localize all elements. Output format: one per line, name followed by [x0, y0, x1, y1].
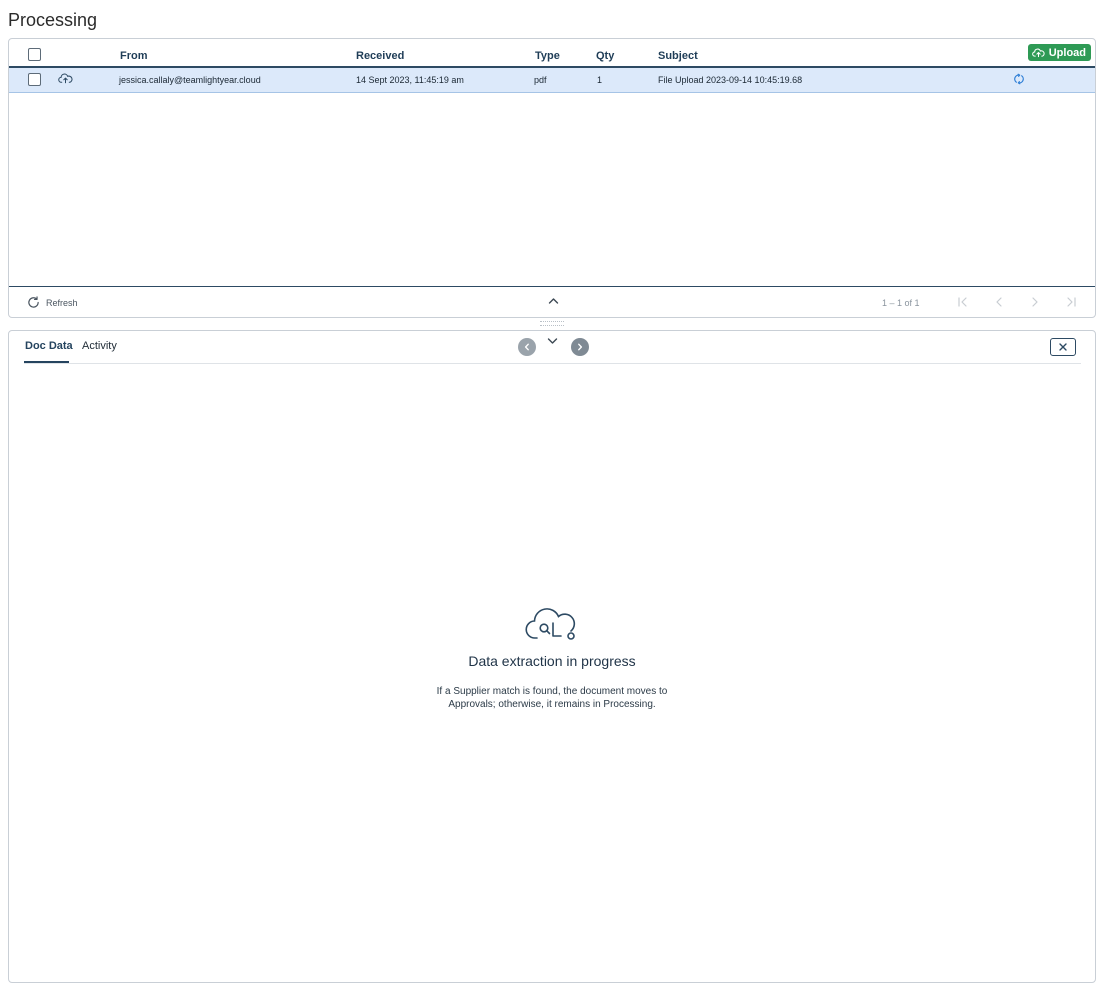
- column-header-qty[interactable]: Qty: [596, 50, 614, 62]
- cloud-upload-icon: [1031, 48, 1045, 58]
- column-header-type[interactable]: Type: [535, 50, 560, 62]
- cell-qty: 1: [597, 75, 603, 85]
- close-panel-button[interactable]: [1050, 338, 1076, 356]
- previous-document-button[interactable]: [518, 338, 536, 356]
- chevron-right-icon: [578, 343, 583, 351]
- document-detail-panel: Doc Data Activity Data extraction in pro…: [8, 330, 1096, 983]
- chevron-down-icon[interactable]: [547, 337, 558, 345]
- empty-state: Data extraction in progress If a Supplie…: [9, 603, 1095, 711]
- cell-subject: File Upload 2023-09-14 10:45:19.68: [658, 75, 803, 85]
- cell-from: jessica.callaly@teamlightyear.cloud: [119, 75, 261, 85]
- column-header-subject[interactable]: Subject: [658, 50, 698, 62]
- tab-activity[interactable]: Activity: [82, 340, 117, 352]
- grid-header: From Received Type Qty Subject Upload: [9, 39, 1095, 68]
- refresh-icon: [28, 296, 39, 308]
- panel-resize-handle[interactable]: [540, 321, 564, 326]
- cell-received: 14 Sept 2023, 11:45:19 am: [356, 75, 464, 85]
- next-document-button[interactable]: [571, 338, 589, 356]
- refresh-button[interactable]: Refresh: [27, 296, 78, 309]
- close-icon: [1059, 343, 1067, 351]
- pagination-range: 1 – 1 of 1: [882, 298, 920, 308]
- table-row[interactable]: jessica.callaly@teamlightyear.cloud 14 S…: [9, 68, 1095, 93]
- documents-grid: From Received Type Qty Subject Upload je…: [8, 38, 1096, 318]
- empty-state-description: If a Supplier match is found, the docume…: [436, 686, 668, 710]
- row-checkbox[interactable]: [28, 73, 41, 86]
- column-header-received[interactable]: Received: [356, 50, 404, 62]
- active-tab-indicator: [24, 361, 69, 363]
- next-page-icon[interactable]: [1029, 296, 1041, 308]
- cell-type: pdf: [534, 75, 547, 85]
- refresh-label: Refresh: [46, 297, 78, 308]
- last-page-icon[interactable]: [1065, 296, 1077, 308]
- previous-page-icon[interactable]: [993, 296, 1005, 308]
- tabs-divider: [24, 363, 1081, 364]
- cloud-processing-icon: [525, 608, 576, 640]
- sync-icon[interactable]: [1013, 73, 1025, 85]
- column-header-from[interactable]: From: [120, 50, 148, 62]
- upload-button-label: Upload: [1048, 46, 1086, 59]
- cloud-upload-icon: [58, 73, 73, 84]
- select-all-checkbox[interactable]: [28, 48, 41, 61]
- tab-doc-data[interactable]: Doc Data: [25, 340, 73, 352]
- chevron-left-icon: [524, 343, 529, 351]
- first-page-icon[interactable]: [957, 296, 969, 308]
- grid-footer: Refresh 1 – 1 of 1: [9, 286, 1095, 317]
- chevron-up-icon[interactable]: [548, 297, 559, 305]
- page-title: Processing: [8, 10, 98, 30]
- empty-state-title: Data extraction in progress: [468, 653, 636, 669]
- upload-button[interactable]: Upload: [1027, 44, 1091, 61]
